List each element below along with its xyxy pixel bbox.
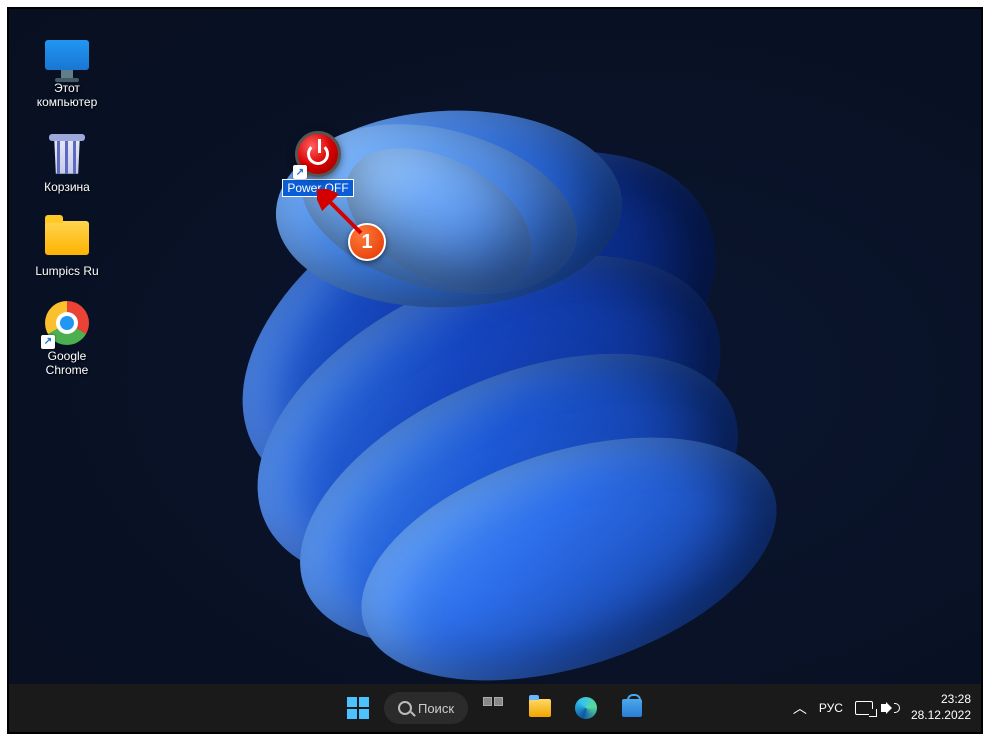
network-icon bbox=[855, 701, 873, 715]
clock-button[interactable]: 23:28 28.12.2022 bbox=[911, 692, 971, 723]
chevron-up-icon: ︿ bbox=[793, 700, 807, 716]
folder-lumpics-icon[interactable]: Lumpics Ru bbox=[27, 210, 107, 282]
file-explorer-button[interactable] bbox=[520, 688, 560, 728]
shortcut-arrow-icon: ↗ bbox=[293, 165, 307, 179]
microsoft-store-button[interactable] bbox=[612, 688, 652, 728]
clock-date: 28.12.2022 bbox=[911, 708, 971, 724]
language-indicator[interactable]: РУС bbox=[819, 701, 843, 715]
desktop-icon-label: Этоткомпьютер bbox=[37, 81, 98, 110]
search-label: Поиск bbox=[418, 701, 454, 716]
annotation-number: 1 bbox=[361, 231, 372, 254]
taskbar-center: Поиск bbox=[338, 688, 652, 728]
desktop[interactable]: Этоткомпьютер Корзина Lumpics Ru ↗ Googl… bbox=[9, 9, 981, 684]
windows-logo-icon bbox=[347, 697, 369, 719]
annotation-arrow-icon bbox=[317, 189, 371, 243]
file-explorer-icon bbox=[529, 699, 551, 717]
task-view-icon bbox=[483, 697, 505, 719]
store-icon bbox=[622, 699, 642, 717]
this-pc-icon[interactable]: Этоткомпьютер bbox=[27, 27, 107, 114]
screen-frame: Этоткомпьютер Корзина Lumpics Ru ↗ Googl… bbox=[7, 7, 983, 734]
power-off-shortcut[interactable]: ↗ Power OFF bbox=[278, 131, 358, 197]
desktop-icon-column: Этоткомпьютер Корзина Lumpics Ru ↗ Googl… bbox=[27, 27, 107, 381]
desktop-icon-label: GoogleChrome bbox=[46, 349, 89, 378]
rename-textbox[interactable]: Power OFF bbox=[282, 179, 353, 197]
taskbar-right: ︿ РУС 23:28 28.12.2022 bbox=[793, 692, 971, 723]
shortcut-arrow-icon: ↗ bbox=[41, 335, 55, 349]
volume-icon bbox=[881, 702, 897, 714]
annotation-step-marker: 1 bbox=[348, 223, 386, 261]
monitor-icon bbox=[45, 40, 89, 70]
edge-button[interactable] bbox=[566, 688, 606, 728]
taskbar: Поиск ︿ РУС bbox=[9, 684, 981, 732]
tray-overflow-button[interactable]: ︿ bbox=[793, 698, 807, 718]
clock-time: 23:28 bbox=[911, 692, 971, 708]
edge-icon bbox=[575, 697, 597, 719]
task-view-button[interactable] bbox=[474, 688, 514, 728]
system-tray: ︿ РУС bbox=[793, 698, 897, 718]
start-button[interactable] bbox=[338, 688, 378, 728]
search-icon bbox=[398, 701, 412, 715]
recycle-bin-icon[interactable]: Корзина bbox=[27, 126, 107, 198]
wallpaper bbox=[159, 69, 939, 669]
chrome-shortcut-icon[interactable]: ↗ GoogleChrome bbox=[27, 295, 107, 382]
trash-icon bbox=[47, 132, 87, 176]
desktop-icon-label: Lumpics Ru bbox=[35, 264, 98, 278]
search-button[interactable]: Поиск bbox=[384, 692, 468, 724]
folder-icon bbox=[45, 221, 89, 255]
quick-settings-button[interactable] bbox=[855, 701, 897, 715]
desktop-icon-label: Корзина bbox=[44, 180, 90, 194]
